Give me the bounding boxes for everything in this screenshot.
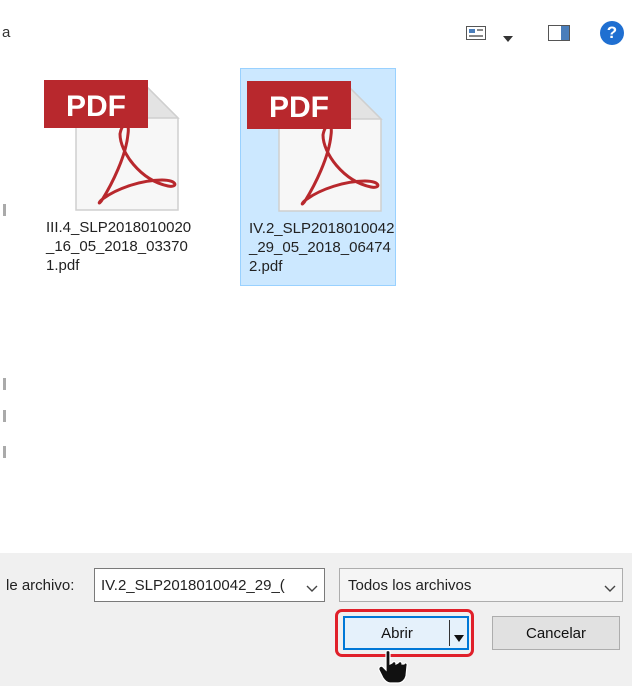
edge-mark: [3, 378, 6, 390]
cancel-button-label: Cancelar: [525, 625, 587, 642]
file-item-selected[interactable]: PDF IV.2_SLP2018010042_29_05_2018_064742…: [240, 68, 396, 286]
filename-input[interactable]: IV.2_SLP2018010042_29_(: [94, 568, 325, 602]
toolbar: a ?: [0, 0, 632, 62]
pdf-file-icon: PDF: [245, 73, 383, 220]
pdf-badge-text: PDF: [66, 90, 126, 123]
edge-mark: [3, 410, 6, 422]
dropdown-arrow-icon[interactable]: [454, 629, 464, 647]
help-icon[interactable]: ?: [600, 21, 624, 45]
chevron-down-icon[interactable]: [503, 29, 513, 47]
hand-cursor-icon: [378, 649, 408, 689]
file-type-select[interactable]: Todos los archivos: [339, 568, 623, 602]
view-options-icon[interactable]: [466, 26, 486, 45]
file-list-area: PDF III.4_SLP2018010020_16_05_2018_03370…: [0, 62, 632, 542]
chevron-down-icon[interactable]: [306, 580, 318, 598]
file-name: IV.2_SLP2018010042_29_05_2018_064742.pdf: [249, 220, 395, 275]
chevron-down-icon[interactable]: [604, 580, 616, 598]
toolbar-partial-text: a: [2, 24, 11, 41]
cancel-button[interactable]: Cancelar: [492, 616, 620, 650]
file-item[interactable]: PDF III.4_SLP2018010020_16_05_2018_03370…: [38, 68, 194, 286]
file-type-value: Todos los archivos: [348, 577, 472, 594]
filename-value[interactable]: IV.2_SLP2018010042_29_(: [101, 577, 297, 594]
filename-label: le archivo:: [6, 577, 75, 594]
preview-pane-icon[interactable]: [548, 25, 570, 46]
split-divider: [449, 620, 450, 646]
pdf-badge-text: PDF: [269, 91, 329, 124]
edge-mark: [3, 446, 6, 458]
open-button-label: Abrir: [381, 625, 413, 642]
dialog-footer: le archivo: IV.2_SLP2018010042_29_( Todo…: [0, 553, 632, 686]
edge-mark: [3, 204, 6, 216]
pdf-file-icon: PDF: [42, 72, 180, 219]
open-button[interactable]: Abrir: [343, 616, 469, 650]
file-name: III.4_SLP2018010020_16_05_2018_033701.pd…: [46, 219, 192, 274]
